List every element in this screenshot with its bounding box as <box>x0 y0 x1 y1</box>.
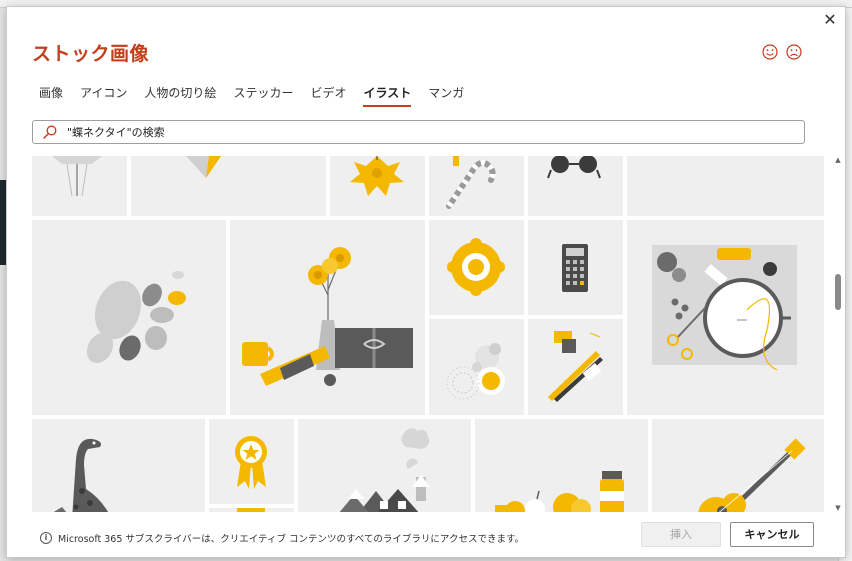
blank-illustration <box>627 156 824 216</box>
insert-button[interactable]: 挿入 <box>641 522 721 547</box>
award-ribbon-illustration <box>235 436 267 489</box>
gallery-tile-snowy-village[interactable] <box>298 419 471 512</box>
info-icon: i <box>40 532 52 544</box>
yellow-flower-badge-illustration <box>447 238 505 296</box>
dots-circles-illustration <box>446 343 505 400</box>
tab-stickers[interactable]: ステッカー <box>225 81 301 107</box>
tab-icons[interactable]: アイコン <box>72 81 135 107</box>
tab-videos[interactable]: ビデオ <box>302 81 354 107</box>
scrollbar-thumb[interactable] <box>835 274 841 310</box>
gallery-tile-calculator[interactable] <box>528 220 623 315</box>
pebbles-illustration <box>86 271 186 364</box>
gallery-tile-umbrella[interactable] <box>32 156 127 216</box>
gallery-tile-blank[interactable] <box>627 156 824 216</box>
gallery-tile-award-ribbon[interactable] <box>209 419 294 504</box>
gallery-tile-sewing[interactable] <box>627 220 824 415</box>
close-button[interactable]: ✕ <box>819 9 841 31</box>
tab-cutout-people[interactable]: 人物の切り絵 <box>136 81 224 107</box>
sewing-embroidery-illustration <box>652 245 797 371</box>
illustration-gallery <box>32 156 824 512</box>
gallery-tile-dinosaur[interactable] <box>32 419 205 512</box>
yellow-flower-illustration <box>350 156 404 196</box>
dinosaur-illustration <box>53 438 109 512</box>
gallery-tile-yellow-flower[interactable] <box>330 156 425 216</box>
gallery-tile-flower-vase-gift[interactable] <box>230 220 425 415</box>
gallery-tile-guitar[interactable] <box>652 419 824 512</box>
partial-illustration <box>186 156 221 178</box>
close-icon: ✕ <box>823 10 837 29</box>
dialog-title: ストック画像 <box>32 43 150 65</box>
cancel-button[interactable]: キャンセル <box>730 522 814 547</box>
snowy-village-illustration <box>339 428 430 512</box>
tab-illustrations[interactable]: イラスト <box>355 81 419 107</box>
gallery-tile-yellow-flower-badge[interactable] <box>429 220 524 315</box>
gallery-tile-sunglasses[interactable] <box>528 156 623 216</box>
gallery-tile-dots-circles[interactable] <box>429 319 524 415</box>
umbrella-illustration <box>52 156 102 197</box>
stock-images-dialog: ✕ ストック画像 画像 アイコン 人物の切り絵 ステッカー ビデオ イラスト マ… <box>6 6 846 558</box>
scroll-down-arrow-icon[interactable]: ▼ <box>834 504 842 512</box>
dialog-footer: i Microsoft 365 サブスクライバーは、クリエイティブ コンテンツの… <box>7 512 845 558</box>
calculator-illustration <box>562 244 588 292</box>
gallery-tile-pencils[interactable] <box>528 319 623 415</box>
flower-vase-gift-illustration <box>242 247 413 386</box>
category-tabs: 画像 アイコン 人物の切り絵 ステッカー ビデオ イラスト マンガ <box>31 81 473 107</box>
gallery-tile-partial[interactable] <box>131 156 326 216</box>
tab-manga[interactable]: マンガ <box>420 81 472 107</box>
sunglasses-illustration <box>547 156 601 179</box>
gallery-tile-candy-cane[interactable] <box>429 156 524 216</box>
gallery-scrollbar[interactable]: ▲ ▼ <box>833 156 843 512</box>
search-input[interactable] <box>67 123 787 141</box>
gallery-tile-pebbles[interactable] <box>32 220 226 415</box>
candy-cane-illustration <box>446 156 496 209</box>
subscriber-note: Microsoft 365 サブスクライバーは、クリエイティブ コンテンツのすべ… <box>58 534 525 545</box>
scroll-up-arrow-icon[interactable]: ▲ <box>834 156 842 164</box>
frown-face-icon[interactable] <box>785 43 803 61</box>
search-icon <box>43 125 57 139</box>
tab-images[interactable]: 画像 <box>31 81 71 107</box>
gallery-tile-fruits-bottle[interactable] <box>475 419 648 512</box>
guitar-illustration <box>698 438 806 512</box>
smile-face-icon[interactable] <box>761 43 779 61</box>
pencils-stationery-illustration <box>548 331 603 402</box>
search-box <box>32 120 805 144</box>
fruits-bottle-illustration <box>495 471 624 512</box>
